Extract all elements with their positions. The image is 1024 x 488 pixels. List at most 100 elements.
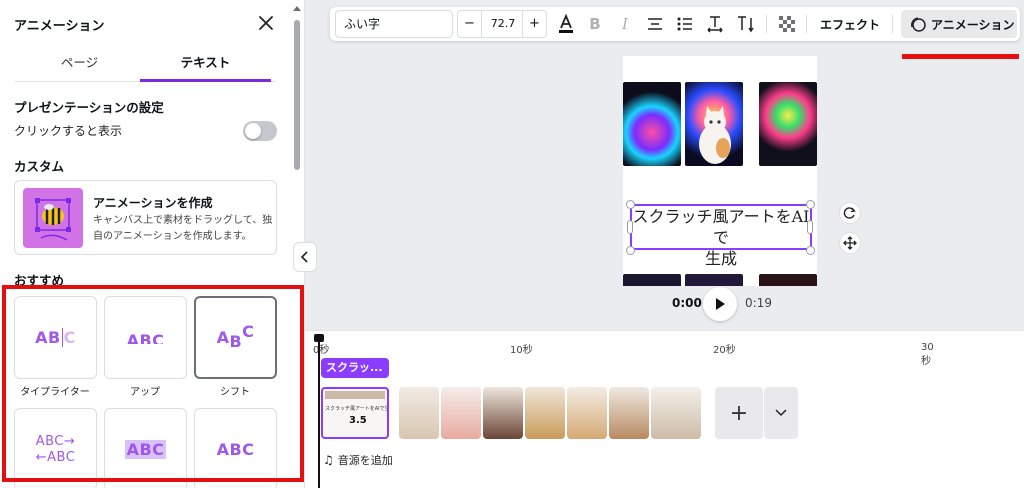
burst-preview: ABC bbox=[216, 440, 255, 459]
transparency-button[interactable] bbox=[776, 10, 798, 38]
add-page-button[interactable]: + bbox=[715, 387, 763, 439]
shift-preview: ABC bbox=[216, 322, 255, 351]
animate-button[interactable]: アニメーション bbox=[901, 10, 1017, 38]
move-icon bbox=[843, 236, 857, 250]
rise-preview: ABC bbox=[126, 331, 165, 344]
play-icon bbox=[716, 298, 725, 310]
effects-button[interactable]: エフェクト bbox=[816, 10, 884, 38]
add-audio-button[interactable]: ♫ 音源を追加 bbox=[323, 449, 393, 471]
playhead-handle[interactable] bbox=[314, 334, 324, 342]
close-icon[interactable] bbox=[256, 13, 276, 33]
recommended-heading: おすすめ bbox=[14, 273, 65, 288]
tab-page[interactable]: ページ bbox=[14, 48, 145, 82]
panel-scrollbar[interactable] bbox=[294, 20, 300, 170]
animate-icon bbox=[911, 17, 926, 32]
thumb-photo-strip bbox=[325, 391, 385, 399]
bold-icon: B bbox=[589, 15, 601, 33]
font-size-increase[interactable]: + bbox=[522, 11, 546, 37]
page-thumbnail-7[interactable] bbox=[609, 387, 649, 439]
resize-handle-top-right[interactable] bbox=[806, 200, 815, 209]
move-button[interactable] bbox=[839, 232, 861, 254]
animation-panel: アニメーション ページ テキスト プレゼンテーションの設定 クリックすると表示 … bbox=[0, 0, 305, 488]
toolbar-divider bbox=[806, 15, 807, 33]
page-thumbnail-5[interactable] bbox=[525, 387, 565, 439]
page-thumbnail-8[interactable] bbox=[651, 387, 701, 439]
bee-icon bbox=[35, 198, 71, 241]
page-thumbnail-1[interactable]: スクラッチ風アートをAIで生成 3.5 bbox=[321, 387, 389, 439]
click-to-show-toggle[interactable] bbox=[243, 121, 277, 141]
italic-icon: I bbox=[622, 15, 628, 33]
ruler-tick-20: 20秒 bbox=[713, 345, 736, 356]
font-select[interactable]: ふい字 bbox=[335, 10, 453, 38]
animation-rise-label: アップ bbox=[130, 387, 160, 398]
music-note-icon: ♫ bbox=[323, 453, 334, 467]
panel-tabs: ページ テキスト bbox=[14, 48, 276, 82]
play-button[interactable] bbox=[703, 287, 737, 321]
chevron-left-icon bbox=[300, 251, 308, 263]
align-center-icon bbox=[648, 18, 662, 30]
create-animation-description: キャンバス上で素材をドラッグして、独自のアニメーションを作成します。 bbox=[93, 215, 273, 242]
list-button[interactable] bbox=[674, 10, 696, 38]
bullet-list-icon bbox=[677, 17, 692, 31]
ruler-tick-30: 30 秒 bbox=[921, 342, 934, 367]
canvas-title: スクラッチ風アートをAIで 生成 bbox=[632, 206, 810, 269]
thumb-number: 3.5 bbox=[349, 415, 367, 426]
animation-typewriter[interactable]: AB C bbox=[14, 296, 97, 379]
current-time: 0:00 bbox=[672, 296, 702, 310]
page-thumbnail-4[interactable] bbox=[483, 387, 523, 439]
resize-handle-bottom-left[interactable] bbox=[626, 246, 635, 255]
animation-burst[interactable]: ABC bbox=[194, 408, 277, 488]
add-audio-label: 音源を追加 bbox=[337, 454, 393, 467]
animate-label: アニメーション bbox=[931, 17, 1015, 32]
add-page-dropdown[interactable] bbox=[764, 387, 798, 439]
spacing-icon bbox=[707, 16, 723, 33]
animation-block[interactable]: ABC bbox=[104, 408, 187, 488]
create-animation-title: アニメーションを作成 bbox=[93, 196, 213, 210]
page-thumbnail-3[interactable] bbox=[441, 387, 481, 439]
effects-label: エフェクト bbox=[819, 17, 880, 32]
playhead[interactable] bbox=[318, 336, 320, 488]
artwork-bottom-1 bbox=[623, 274, 681, 286]
resize-handle-bottom-right[interactable] bbox=[806, 246, 815, 255]
font-size-value[interactable]: 72.7 bbox=[482, 11, 524, 37]
artwork-cat bbox=[685, 82, 743, 166]
toggle-knob bbox=[245, 123, 261, 139]
create-animation-thumbnail bbox=[23, 188, 83, 248]
canvas-title-line-2: 生成 bbox=[704, 249, 737, 268]
font-size-stepper: − 72.7 + bbox=[457, 10, 547, 38]
tab-text[interactable]: テキスト bbox=[140, 48, 271, 82]
toolbar-divider bbox=[892, 15, 893, 33]
resize-handle-left[interactable] bbox=[627, 220, 633, 234]
font-size-decrease[interactable]: − bbox=[458, 11, 482, 37]
italic-button[interactable]: I bbox=[614, 10, 636, 38]
merge-preview: ABC→ ←ABC bbox=[35, 433, 76, 465]
text-color-button[interactable] bbox=[554, 10, 578, 38]
highlight-underline-animate bbox=[902, 54, 1019, 59]
toolbar-divider bbox=[766, 15, 767, 33]
animation-rise[interactable]: ABC bbox=[104, 296, 187, 379]
create-animation-card[interactable]: アニメーションを作成 キャンバス上で素材をドラッグして、独自のアニメーションを作… bbox=[14, 180, 277, 255]
bold-button[interactable]: B bbox=[584, 10, 606, 38]
animation-merge[interactable]: ABC→ ←ABC bbox=[14, 408, 97, 488]
vertical-text-button[interactable] bbox=[734, 10, 758, 38]
resize-handle-top-left[interactable] bbox=[626, 200, 635, 209]
thumb-title: スクラッチ風アートをAIで生成 bbox=[325, 406, 387, 412]
animation-shift-label: シフト bbox=[220, 387, 250, 398]
timeline: 0秒 10秒 20秒 30 秒 スクラッ... スクラッチ風アートをAIで生成 … bbox=[305, 330, 1024, 488]
click-to-show-label: クリックすると表示 bbox=[14, 124, 123, 138]
artwork-swirl bbox=[623, 82, 681, 166]
resize-handle-right[interactable] bbox=[807, 220, 813, 234]
artwork-bottom-2 bbox=[685, 274, 743, 286]
text-animation-clip[interactable]: スクラッ... bbox=[321, 358, 389, 378]
animation-shift[interactable]: ABC bbox=[194, 296, 277, 379]
rotate-button[interactable] bbox=[839, 202, 861, 224]
letter-spacing-button[interactable] bbox=[704, 10, 726, 38]
canvas-title-line-1: スクラッチ風アートをAIで bbox=[632, 207, 810, 247]
align-button[interactable] bbox=[644, 10, 666, 38]
scroll-up-arrow[interactable] bbox=[293, 6, 301, 11]
selected-text-box[interactable]: スクラッチ風アートをAIで 生成 bbox=[630, 204, 812, 268]
page-thumbnail-6[interactable] bbox=[567, 387, 607, 439]
page-thumbnail-2[interactable] bbox=[399, 387, 439, 439]
collapse-panel-button[interactable] bbox=[293, 242, 317, 272]
panel-title: アニメーション bbox=[14, 19, 105, 34]
